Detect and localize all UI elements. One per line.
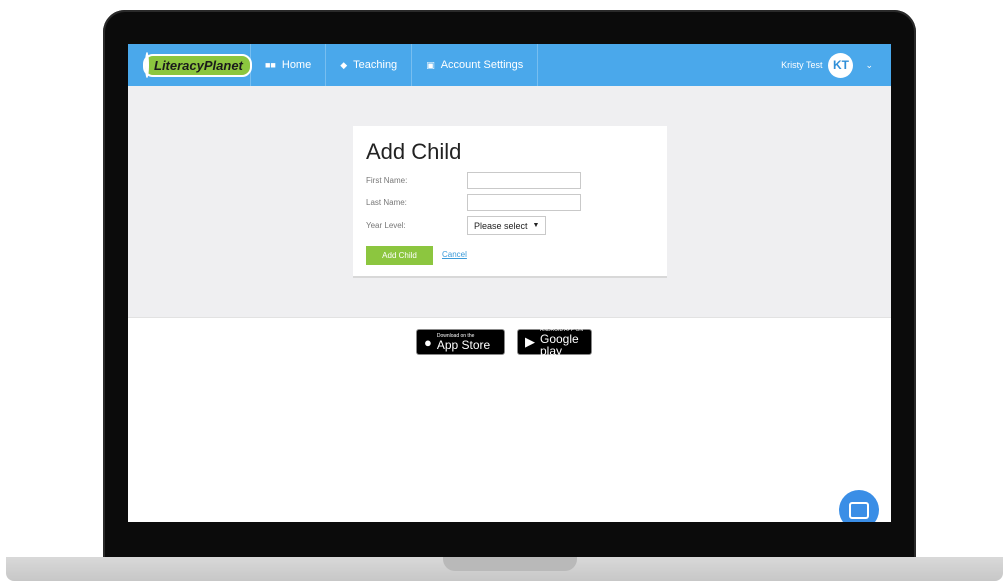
last-name-row: Last Name:: [366, 194, 581, 211]
graduation-cap-icon: ◆: [340, 59, 348, 70]
avatar[interactable]: KT: [828, 52, 854, 78]
google-play-text: ANDROID APP ON Google play: [540, 327, 584, 358]
nav-home-label: Home: [281, 59, 312, 71]
chevron-down-icon[interactable]: ⌄: [865, 60, 873, 71]
app-store-big-text: App Store: [436, 337, 491, 352]
first-name-label: First Name:: [366, 176, 408, 185]
nav-teaching[interactable]: ◆ Teaching: [325, 44, 411, 86]
year-level-selected: Please select: [474, 220, 528, 231]
id-card-icon: ▣: [426, 59, 435, 70]
user-menu[interactable]: Kristy Test KT ⌄: [781, 52, 891, 78]
google-play-badge[interactable]: ▶ ANDROID APP ON Google play: [517, 327, 592, 358]
year-level-select[interactable]: Please select ▼: [467, 216, 547, 235]
app-store-text: Download on the App Store: [436, 333, 491, 352]
google-play-big-text: Google play: [540, 331, 579, 358]
first-name-field[interactable]: [467, 172, 581, 189]
year-level-label: Year Level:: [366, 221, 406, 230]
nav-spacer: [537, 44, 781, 86]
last-name-label: Last Name:: [366, 198, 407, 207]
nav-account-settings-label: Account Settings: [440, 59, 524, 71]
top-navbar: LiteracyPlanet ■■ Home ◆ Teaching ▣ Acco…: [128, 44, 891, 86]
chat-bubble-icon: [849, 501, 869, 519]
nav-teaching-label: Teaching: [353, 59, 398, 71]
main-content: Add Child First Name: Last Name: Year Le…: [128, 86, 891, 318]
play-icon: ▶: [525, 334, 535, 349]
caret-down-icon: ▼: [532, 222, 540, 229]
grid-icon: ■■: [265, 60, 276, 70]
app-store-badge[interactable]: ● Download on the App Store: [416, 329, 505, 355]
page-title: Add Child: [366, 139, 462, 164]
nav-account-settings[interactable]: ▣ Account Settings: [411, 44, 537, 86]
app-badges: ● Download on the App Store ▶ ANDROID AP…: [416, 327, 592, 358]
cancel-link[interactable]: Cancel: [442, 250, 467, 259]
logo-globe-icon: [145, 52, 149, 78]
chat-button[interactable]: [839, 490, 879, 522]
year-level-row: Year Level: Please select ▼: [366, 216, 547, 235]
browser-screen: LiteracyPlanet ■■ Home ◆ Teaching ▣ Acco…: [128, 44, 891, 522]
add-child-button[interactable]: Add Child: [366, 246, 433, 265]
logo-text: LiteracyPlanet: [143, 53, 252, 77]
logo[interactable]: LiteracyPlanet: [128, 44, 252, 86]
nav-home[interactable]: ■■ Home: [250, 44, 325, 86]
add-child-card: Add Child First Name: Last Name: Year Le…: [353, 126, 667, 278]
apple-icon: ●: [424, 334, 432, 350]
last-name-field[interactable]: [467, 194, 581, 211]
user-name: Kristy Test: [781, 60, 823, 70]
laptop-notch: [443, 557, 577, 571]
first-name-row: First Name:: [366, 172, 581, 189]
